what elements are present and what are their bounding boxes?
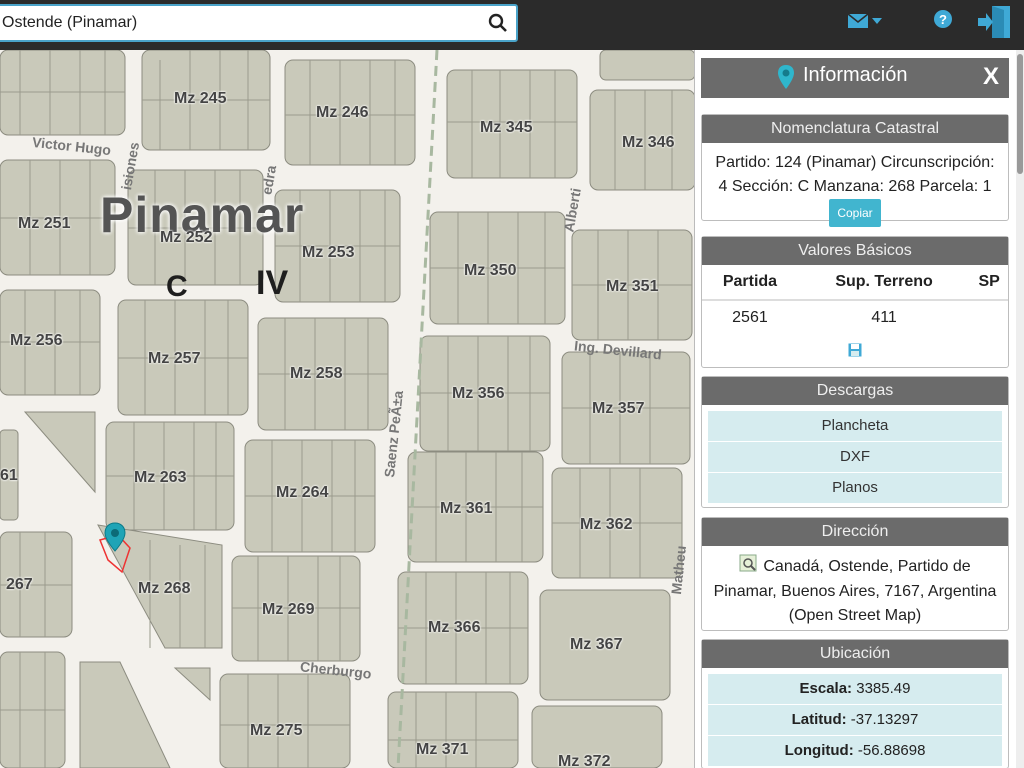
manzana-label: Mz 275	[250, 722, 303, 739]
table-cell: 411	[871, 309, 897, 326]
section-header: Ubicación	[702, 640, 1008, 668]
direccion-line: Canadá, Ostende, Partido de	[763, 558, 971, 576]
close-panel-button[interactable]: X	[983, 63, 999, 91]
manzana-label: Mz 345	[480, 119, 533, 136]
ubicacion-row: Latitud: -37.13297	[708, 705, 1002, 736]
table-header: Sup. Terreno	[797, 265, 971, 301]
manzana-label: Mz 366	[428, 619, 481, 636]
panel-scrollbar[interactable]	[1016, 50, 1024, 768]
manzana-label: Mz 263	[134, 469, 187, 486]
manzana-label: 267	[6, 576, 33, 593]
direccion-section: Dirección Canadá, Ostende, Partido de Pi…	[701, 517, 1009, 631]
manzana-label: Mz 362	[580, 516, 633, 533]
manzana-label: Mz 356	[452, 385, 505, 402]
table-header: SP	[970, 265, 1008, 301]
table-cell: 2561	[732, 309, 768, 326]
ubicacion-section: Ubicación Escala: 3385.49 Latitud: -37.1…	[701, 639, 1009, 768]
section-header: Nomenclatura Catastral	[702, 115, 1008, 143]
manzana-label: Mz 252	[160, 229, 213, 246]
manzana-label: Mz 246	[316, 104, 369, 121]
table-cell	[970, 300, 1008, 335]
download-link-plancheta[interactable]: Plancheta	[708, 411, 1002, 442]
search-icon[interactable]	[488, 13, 508, 33]
map-marker-icon	[777, 64, 795, 96]
download-link-dxf[interactable]: DXF	[708, 442, 1002, 473]
manzana-label: Mz 371	[416, 741, 469, 758]
ubicacion-value: -37.13297	[850, 711, 919, 728]
search-input[interactable]	[0, 6, 476, 40]
manzana-label: Mz 253	[302, 244, 355, 261]
manzana-label: Mz 346	[622, 134, 675, 151]
ubicacion-row: Escala: 3385.49	[708, 674, 1002, 705]
nomenclatura-line: Partido: 124 (Pinamar) Circunscripción:	[715, 154, 995, 171]
section-header: Valores Básicos	[702, 237, 1008, 265]
svg-text:?: ?	[939, 12, 947, 27]
manzana-label: Mz 361	[440, 500, 493, 517]
manzana-label: Mz 351	[606, 278, 659, 295]
section-header: Descargas	[702, 377, 1008, 405]
info-panel-header: Información X	[701, 58, 1009, 98]
manzana-label: Mz 269	[262, 601, 315, 618]
valores-section: Valores Básicos Partida Sup. Terreno SP …	[701, 236, 1009, 368]
circunscripcion-label: IV	[256, 264, 289, 302]
copy-button[interactable]: Copiar	[829, 199, 881, 227]
manzana-label: Mz 372	[558, 753, 611, 768]
nomenclatura-section: Nomenclatura Catastral Partido: 124 (Pin…	[701, 114, 1009, 227]
manzana-label: Mz 251	[18, 215, 71, 232]
seccion-label: C	[166, 270, 188, 303]
ubicacion-row: Longitud: -56.88698	[708, 736, 1002, 767]
manzana-label: Mz 268	[138, 580, 191, 597]
manzana-label: Mz 256	[10, 332, 63, 349]
section-header: Dirección	[702, 518, 1008, 546]
top-bar: ?	[0, 0, 1024, 50]
mail-dropdown-icon[interactable]	[847, 13, 884, 34]
ubicacion-value: 3385.49	[856, 680, 911, 697]
manzana-label: Mz 350	[464, 262, 517, 279]
scrollbar-thumb[interactable]	[1017, 54, 1023, 174]
ubicacion-label: Escala:	[799, 680, 853, 697]
download-link-planos[interactable]: Planos	[708, 473, 1002, 504]
search-box[interactable]	[0, 4, 518, 42]
manzana-label: 61	[0, 467, 18, 484]
manzana-label: Mz 264	[276, 484, 329, 501]
save-icon[interactable]	[848, 343, 862, 362]
manzana-label: Mz 357	[592, 400, 645, 417]
manzana-label: Mz 257	[148, 350, 201, 367]
manzana-label: Mz 367	[570, 636, 623, 653]
direccion-line: (Open Street Map)	[788, 607, 922, 624]
manzana-label: Mz 258	[290, 365, 343, 382]
logout-icon[interactable]	[978, 4, 1014, 45]
table-header: Partida	[702, 265, 798, 301]
manzana-label: Mz 245	[174, 90, 227, 107]
direccion-line: Pinamar, Buenos Aires, 7167, Argentina	[713, 583, 997, 600]
map-search-icon	[739, 554, 757, 580]
ubicacion-value: -56.88698	[857, 742, 926, 759]
panel-title: Información	[803, 64, 908, 86]
valores-table: Partida Sup. Terreno SP 2561 411	[702, 265, 1008, 335]
nomenclatura-line: 4 Sección: C Manzana: 268 Parcela: 1	[718, 178, 992, 195]
descargas-section: Descargas Plancheta DXF Planos	[701, 376, 1009, 508]
ubicacion-label: Latitud:	[791, 711, 847, 728]
info-panel: Información X Nomenclatura Catastral Par…	[694, 50, 1017, 768]
ubicacion-label: Longitud:	[784, 742, 854, 759]
help-icon[interactable]: ?	[934, 10, 952, 33]
